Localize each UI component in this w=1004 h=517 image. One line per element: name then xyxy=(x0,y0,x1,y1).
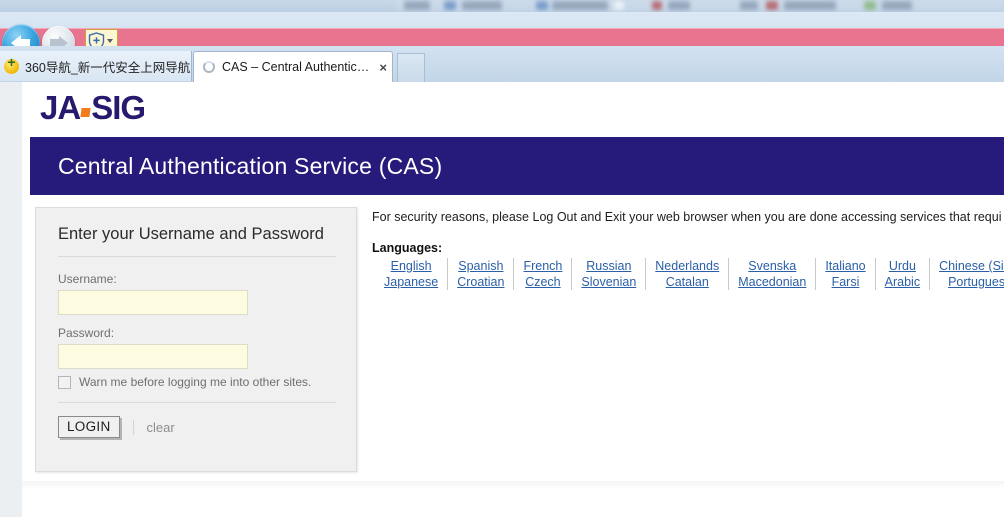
page-bottom-shadow xyxy=(22,481,1004,489)
login-form-panel: Enter your Username and Password Usernam… xyxy=(35,207,357,472)
language-link[interactable]: Croatian xyxy=(457,274,504,290)
browser-navigation-bar: https://www.deng.com:8443/cas/login xyxy=(0,12,1004,65)
language-link[interactable]: French xyxy=(523,258,562,274)
jasig-logo: JA SIG xyxy=(40,89,146,127)
language-link[interactable]: Russian xyxy=(586,258,631,274)
window-titlebar xyxy=(0,0,1004,12)
language-column: Russian Slovenian xyxy=(572,258,647,290)
language-link[interactable]: Portuguese xyxy=(948,274,1004,290)
tab-360-navigation[interactable]: 360导航_新一代安全上网导航 xyxy=(0,51,192,81)
language-column: Nederlands Catalan xyxy=(646,258,730,290)
language-link[interactable]: Nederlands xyxy=(655,258,719,274)
jasig-logo-text-left: JA xyxy=(40,89,81,126)
page-title: Central Authentication Service (CAS) xyxy=(58,152,443,179)
chevron-down-icon[interactable] xyxy=(107,39,113,43)
tab-cas-login[interactable]: CAS – Central Authenticat... × xyxy=(193,51,393,82)
language-link[interactable]: Italiano xyxy=(825,258,865,274)
language-link[interactable]: Arabic xyxy=(885,274,920,290)
language-link[interactable]: Chinese (Simp xyxy=(939,258,1004,274)
close-icon[interactable]: × xyxy=(379,61,392,74)
plus-circle-icon xyxy=(4,55,19,74)
language-link[interactable]: Czech xyxy=(525,274,560,290)
browser-window: https://www.deng.com:8443/cas/login 360导 xyxy=(0,0,1004,517)
language-column: Svenska Macedonian xyxy=(729,258,817,290)
loading-spinner-icon xyxy=(203,61,215,73)
username-input[interactable] xyxy=(58,290,248,315)
panel-divider-bottom xyxy=(58,402,336,403)
language-link[interactable]: Macedonian xyxy=(738,274,806,290)
password-input[interactable] xyxy=(58,344,248,369)
login-form-heading: Enter your Username and Password xyxy=(58,225,324,243)
language-link[interactable]: Urdu xyxy=(889,258,916,274)
login-button[interactable]: LOGIN xyxy=(58,416,120,438)
language-link[interactable]: Svenska xyxy=(748,258,796,274)
action-separator xyxy=(132,419,134,435)
clear-button[interactable]: clear xyxy=(147,420,175,435)
language-link[interactable]: Japanese xyxy=(384,274,438,290)
language-column: Spanish Croatian xyxy=(448,258,515,290)
warn-checkbox[interactable] xyxy=(58,375,71,389)
warn-checkbox-label: Warn me before logging me into other sit… xyxy=(79,375,312,389)
language-column: Urdu Arabic xyxy=(876,258,931,290)
jasig-logo-text-right: SIG xyxy=(91,89,146,126)
warn-checkbox-row[interactable]: Warn me before logging me into other sit… xyxy=(58,375,311,389)
language-column: Italiano Farsi xyxy=(816,258,876,290)
page-viewport: JA SIG Central Authentication Service (C… xyxy=(0,82,1004,517)
jasig-logo-accent-icon xyxy=(80,107,91,117)
language-link[interactable]: Farsi xyxy=(832,274,860,290)
tab-strip: 360导航_新一代安全上网导航 CAS – Central Authentica… xyxy=(0,46,1004,128)
language-column: English Japanese xyxy=(372,258,449,290)
cas-header-banner: Central Authentication Service (CAS) xyxy=(30,137,1004,195)
language-column: French Czech xyxy=(514,258,573,290)
password-label: Password: xyxy=(58,326,115,340)
language-link[interactable]: English xyxy=(391,258,432,274)
language-column: Chinese (SimpPortuguese xyxy=(930,258,1004,290)
panel-divider-top xyxy=(58,256,336,257)
new-tab-button[interactable] xyxy=(397,53,425,82)
language-links-grid: English Japanese Spanish Croatian French Czec… xyxy=(372,258,1004,290)
tab-title: 360导航_新一代安全上网导航 xyxy=(25,60,191,75)
login-actions: LOGIN clear xyxy=(58,416,175,438)
language-link[interactable]: Spanish xyxy=(458,258,503,274)
security-notice: For security reasons, please Log Out and… xyxy=(372,210,1002,224)
tab-title: CAS – Central Authenticat... xyxy=(222,60,373,74)
username-label: Username: xyxy=(58,272,117,286)
language-link[interactable]: Slovenian xyxy=(581,274,636,290)
languages-heading: Languages: xyxy=(372,241,443,255)
blurred-taskbar-items xyxy=(396,0,1004,12)
language-link[interactable]: Catalan xyxy=(666,274,709,290)
